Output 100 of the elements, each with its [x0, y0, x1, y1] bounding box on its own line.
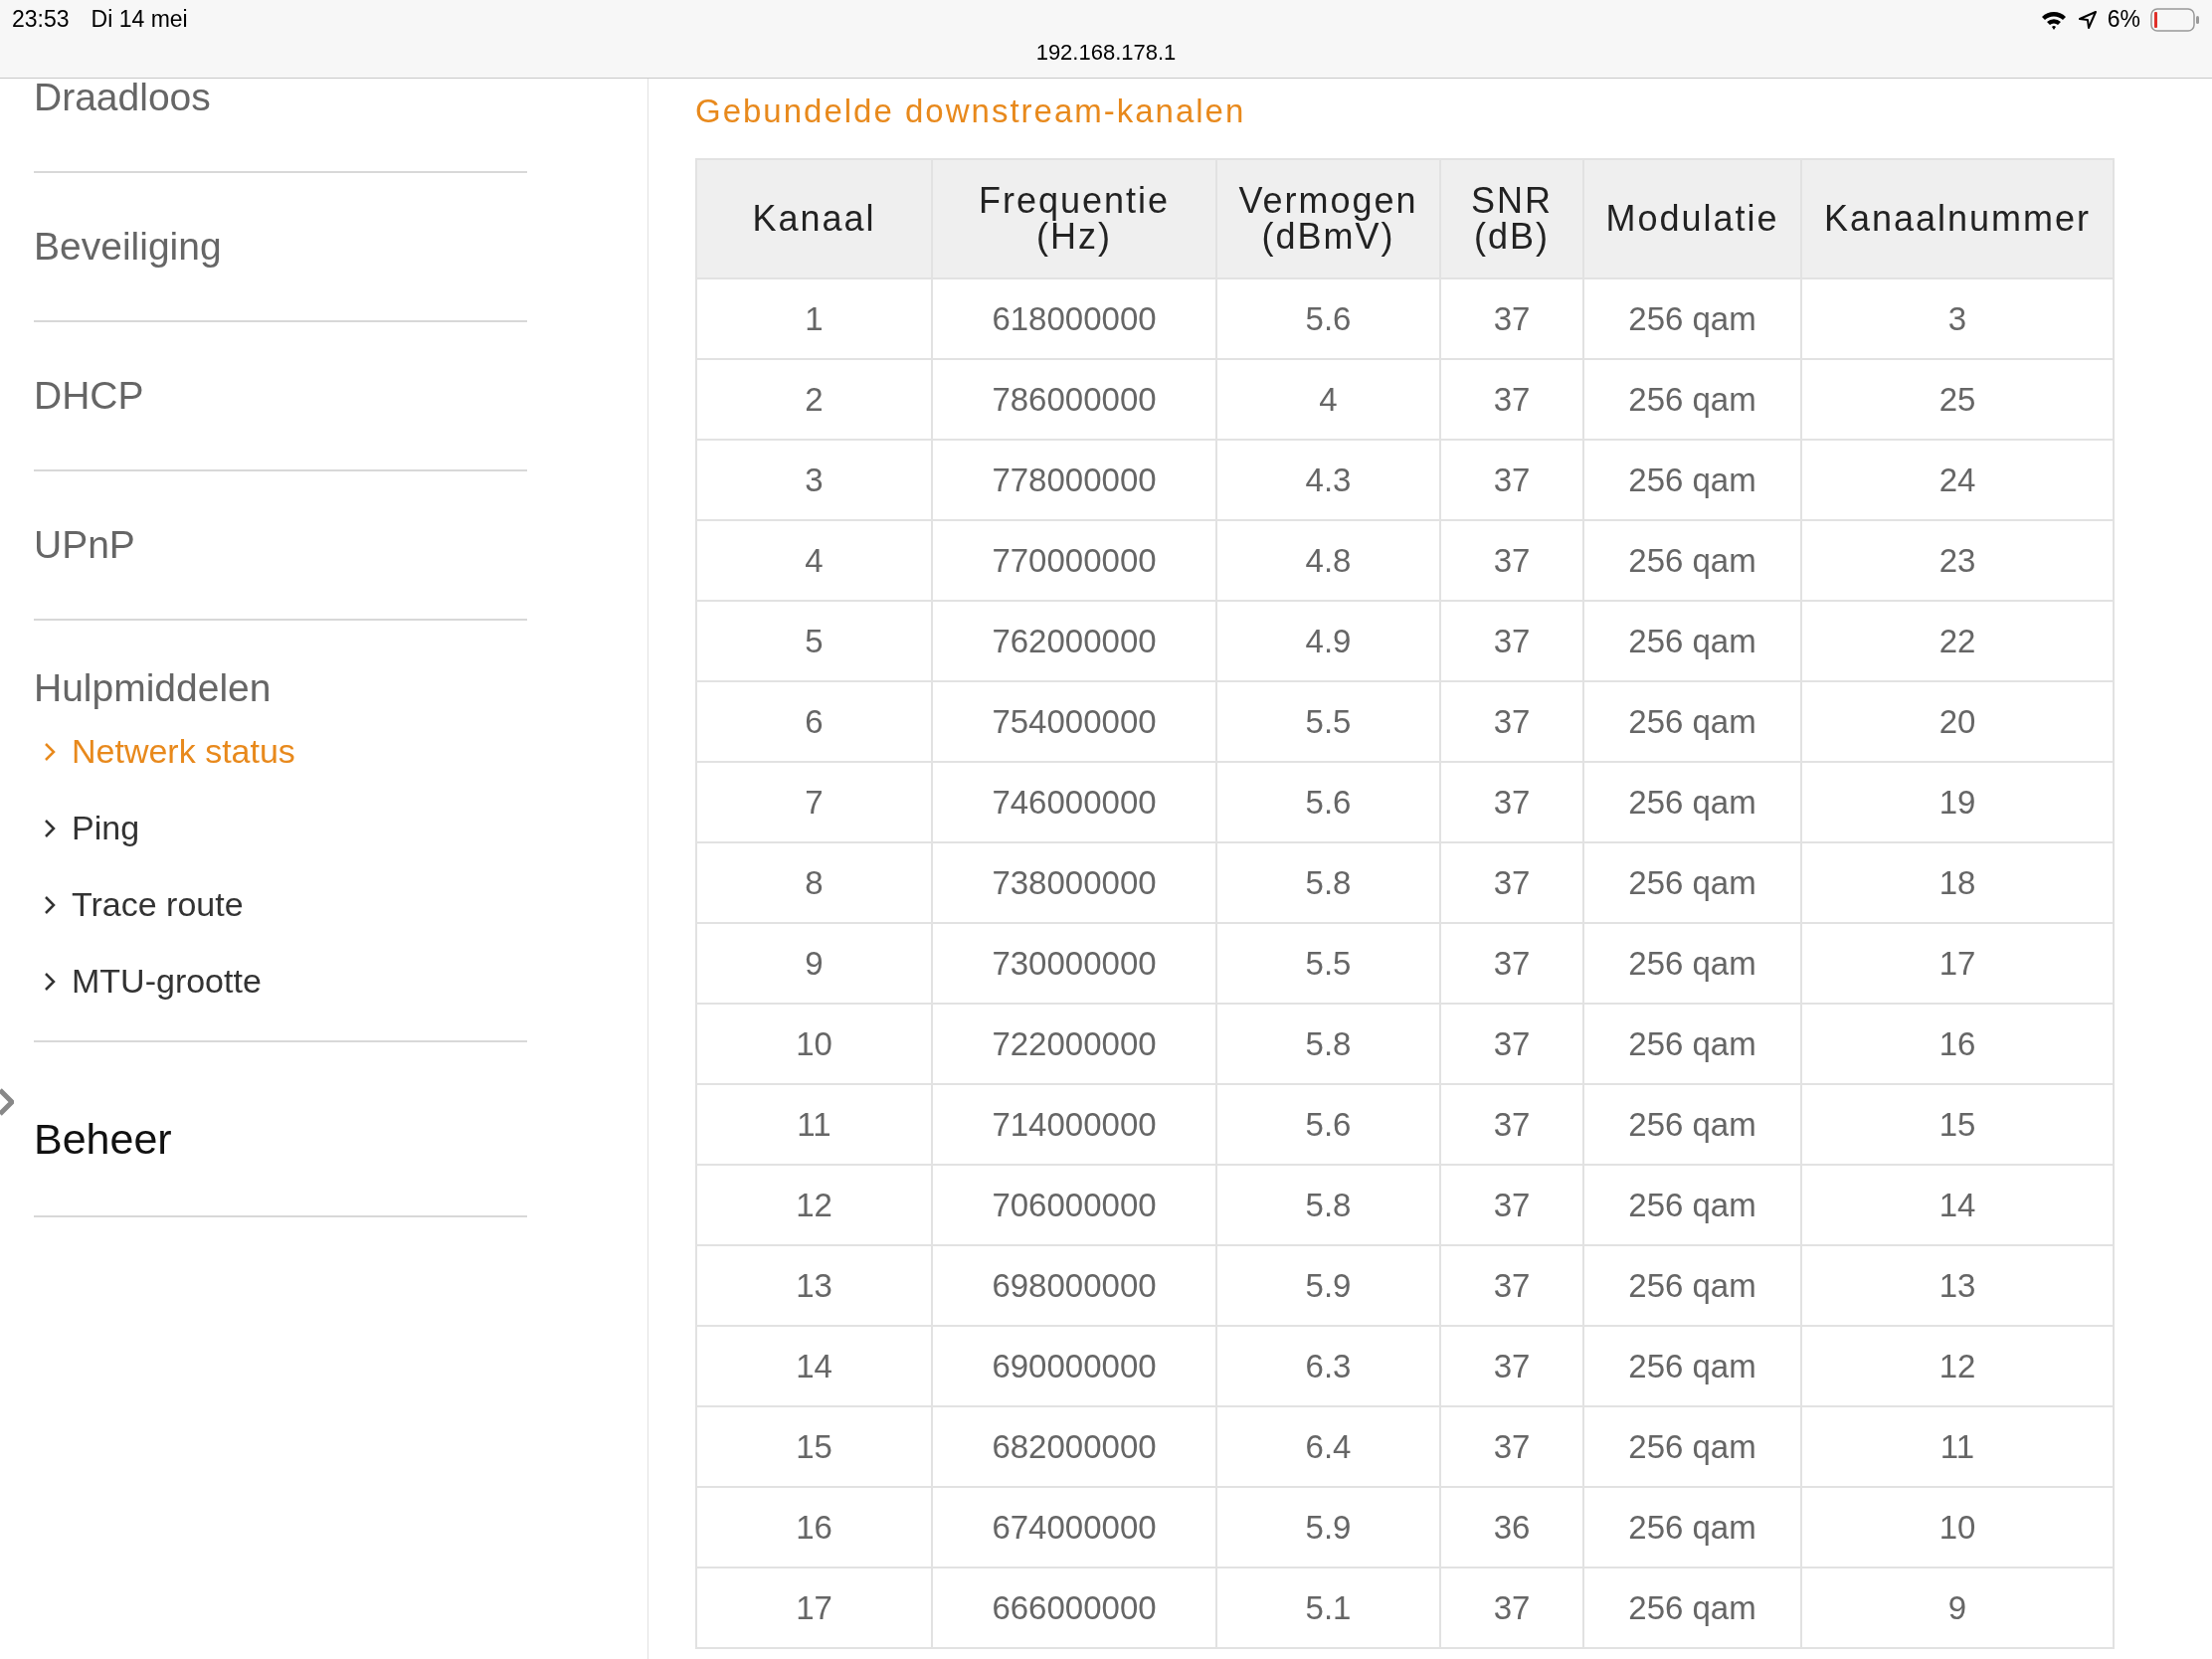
table-cell: 18 — [1801, 842, 2114, 923]
table-cell: 23 — [1801, 520, 2114, 601]
table-cell: 5.6 — [1216, 762, 1440, 842]
chevron-right-icon — [44, 894, 56, 915]
table-cell: 4 — [696, 520, 932, 601]
table-cell: 6.4 — [1216, 1406, 1440, 1487]
table-cell: 5.5 — [1216, 681, 1440, 762]
location-arrow-icon — [2077, 9, 2098, 30]
table-cell: 256 qam — [1583, 1567, 1801, 1648]
table-cell: 714000000 — [932, 1084, 1216, 1165]
table-cell: 5.8 — [1216, 1165, 1440, 1245]
table-cell: 15 — [696, 1406, 932, 1487]
table-cell: 7 — [696, 762, 932, 842]
column-header: Kanaalnummer — [1801, 159, 2114, 278]
table-cell: 5.8 — [1216, 1004, 1440, 1084]
table-cell: 256 qam — [1583, 1004, 1801, 1084]
table-cell: 762000000 — [932, 601, 1216, 681]
table-cell: 37 — [1440, 1326, 1583, 1406]
table-cell: 8 — [696, 842, 932, 923]
sidebar-item[interactable]: DHCP — [34, 374, 144, 418]
table-cell: 256 qam — [1583, 359, 1801, 440]
table-cell: 256 qam — [1583, 520, 1801, 601]
table-cell: 37 — [1440, 1406, 1583, 1487]
table-cell: 256 qam — [1583, 601, 1801, 681]
table-cell: 16 — [696, 1487, 932, 1567]
table-cell: 754000000 — [932, 681, 1216, 762]
sidebar-item[interactable]: UPnP — [34, 523, 135, 567]
table-cell: 37 — [1440, 762, 1583, 842]
table-cell: 17 — [1801, 923, 2114, 1004]
table-cell: 12 — [1801, 1326, 2114, 1406]
table-cell: 9 — [696, 923, 932, 1004]
table-cell: 16 — [1801, 1004, 2114, 1084]
table-cell: 4 — [1216, 359, 1440, 440]
table-cell: 37 — [1440, 1567, 1583, 1648]
table-cell: 666000000 — [932, 1567, 1216, 1648]
sidebar-subitem[interactable]: Ping — [44, 809, 140, 847]
table-cell: 13 — [696, 1245, 932, 1326]
table-cell: 11 — [1801, 1406, 2114, 1487]
table-cell: 256 qam — [1583, 1487, 1801, 1567]
chevron-right-icon — [44, 971, 56, 992]
table-cell: 25 — [1801, 359, 2114, 440]
table-cell: 37 — [1440, 520, 1583, 601]
table-cell: 37 — [1440, 359, 1583, 440]
table-cell: 37 — [1440, 1245, 1583, 1326]
table-cell: 256 qam — [1583, 762, 1801, 842]
table-cell: 4.9 — [1216, 601, 1440, 681]
table-cell: 14 — [696, 1326, 932, 1406]
table-cell: 3 — [696, 440, 932, 520]
table-cell: 738000000 — [932, 842, 1216, 923]
sidebar-item[interactable]: Hulpmiddelen — [34, 666, 272, 710]
sidebar-item[interactable]: Beveiliging — [34, 225, 222, 269]
table-cell: 690000000 — [932, 1326, 1216, 1406]
table-cell: 3 — [1801, 278, 2114, 359]
table-cell: 37 — [1440, 278, 1583, 359]
table-cell: 5.9 — [1216, 1245, 1440, 1326]
status-time: 23:53 — [12, 6, 70, 33]
sidebar-subitem[interactable]: Trace route — [44, 885, 244, 924]
table-cell: 5 — [696, 601, 932, 681]
address-url[interactable]: 192.168.178.1 — [1035, 40, 1177, 66]
column-header: Frequentie (Hz) — [932, 159, 1216, 278]
table-cell: 5.9 — [1216, 1487, 1440, 1567]
table-cell: 770000000 — [932, 520, 1216, 601]
table-cell: 778000000 — [932, 440, 1216, 520]
chevron-right-icon — [44, 741, 56, 762]
table-cell: 6.3 — [1216, 1326, 1440, 1406]
column-header: Modulatie — [1583, 159, 1801, 278]
table-cell: 256 qam — [1583, 1165, 1801, 1245]
table-cell: 5.1 — [1216, 1567, 1440, 1648]
table-cell: 14 — [1801, 1165, 2114, 1245]
table-cell: 22 — [1801, 601, 2114, 681]
column-header: Vermogen (dBmV) — [1216, 159, 1440, 278]
table-cell: 256 qam — [1583, 681, 1801, 762]
table-cell: 36 — [1440, 1487, 1583, 1567]
table-cell: 6 — [696, 681, 932, 762]
table-cell: 256 qam — [1583, 278, 1801, 359]
table-cell: 37 — [1440, 923, 1583, 1004]
table-cell: 256 qam — [1583, 440, 1801, 520]
table-cell: 19 — [1801, 762, 2114, 842]
table-cell: 4.8 — [1216, 520, 1440, 601]
table-cell: 11 — [696, 1084, 932, 1165]
table-cell: 256 qam — [1583, 1406, 1801, 1487]
table-cell: 5.8 — [1216, 842, 1440, 923]
sidebar-item[interactable]: Draadloos — [34, 79, 211, 119]
status-date: Di 14 mei — [91, 6, 188, 33]
table-cell: 682000000 — [932, 1406, 1216, 1487]
chevron-right-icon — [44, 818, 56, 838]
table-cell: 698000000 — [932, 1245, 1216, 1326]
sidebar-section-title[interactable]: Beheer — [34, 1114, 172, 1164]
sidebar-subitem[interactable]: MTU-grootte — [44, 962, 262, 1001]
table-cell: 37 — [1440, 1084, 1583, 1165]
table-cell: 10 — [696, 1004, 932, 1084]
table-cell: 10 — [1801, 1487, 2114, 1567]
column-header: SNR (dB) — [1440, 159, 1583, 278]
table-cell: 37 — [1440, 601, 1583, 681]
table-cell: 256 qam — [1583, 1245, 1801, 1326]
table-cell: 9 — [1801, 1567, 2114, 1648]
table-cell: 5.5 — [1216, 923, 1440, 1004]
table-cell: 674000000 — [932, 1487, 1216, 1567]
table-cell: 4.3 — [1216, 440, 1440, 520]
battery-icon — [2150, 7, 2200, 32]
